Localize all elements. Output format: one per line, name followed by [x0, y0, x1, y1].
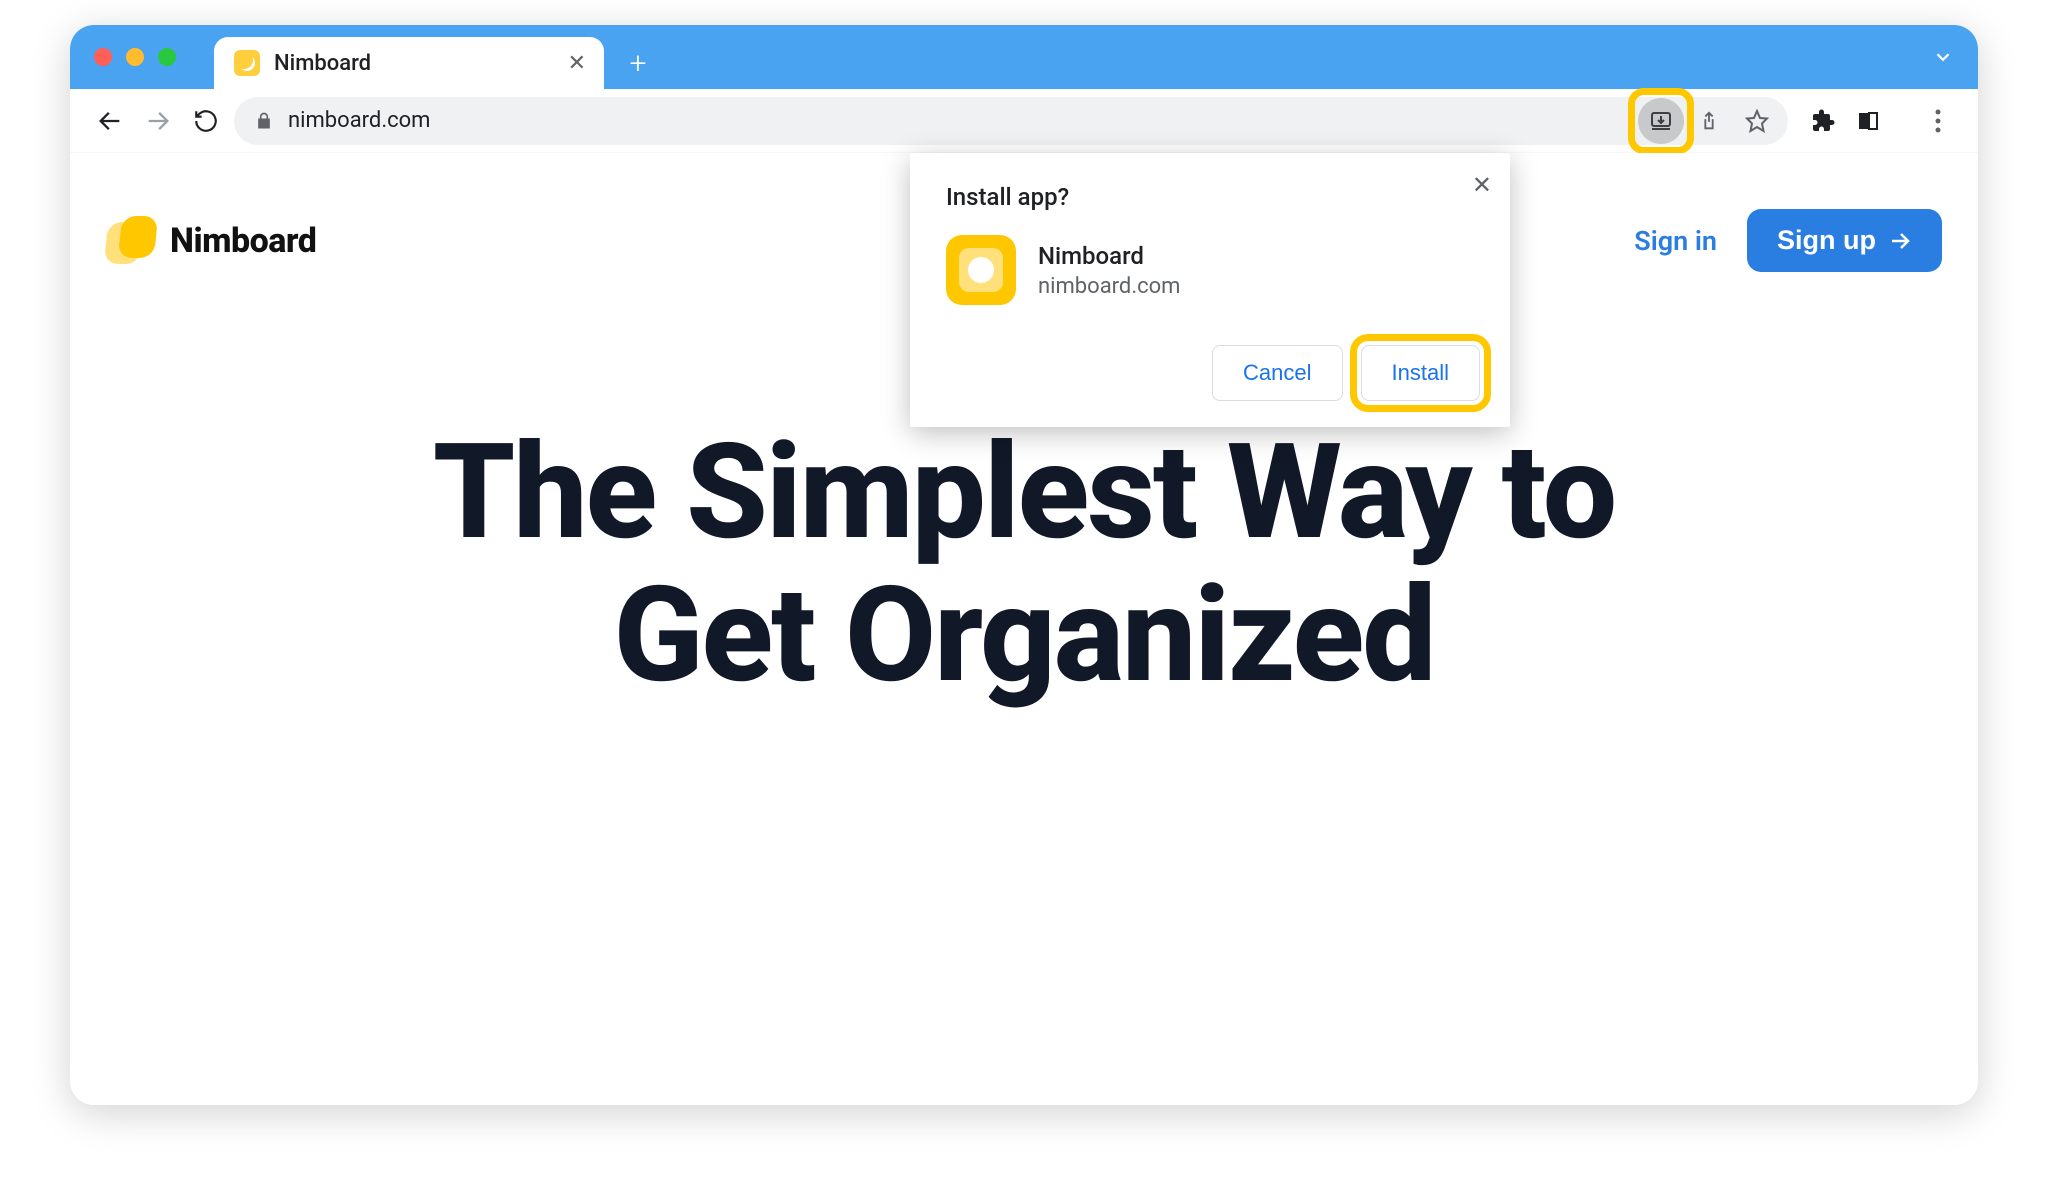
extensions-button[interactable]: [1804, 101, 1844, 141]
install-app-popup: ✕ Install app? Nimboard nimboard.com Can…: [910, 153, 1510, 427]
install-button-label: Install: [1392, 360, 1449, 385]
back-button[interactable]: [90, 101, 130, 141]
browser-toolbar: nimboard.com: [70, 89, 1978, 153]
logo-mark-icon: [106, 216, 156, 266]
address-bar-actions: [1638, 98, 1780, 144]
tab-close-icon[interactable]: ✕: [568, 51, 586, 76]
address-bar[interactable]: nimboard.com: [234, 97, 1788, 145]
tab-strip: Nimboard ✕ +: [70, 25, 1978, 89]
side-panel-button[interactable]: [1848, 101, 1888, 141]
popup-title: Install app?: [946, 183, 1480, 211]
install-app-button[interactable]: [1638, 98, 1684, 144]
browser-window: Nimboard ✕ + nimboard.com: [70, 25, 1978, 1105]
close-window-button[interactable]: [94, 48, 112, 66]
address-bar-container: nimboard.com: [234, 97, 1788, 145]
hero-text-highlight: Simplest: [686, 422, 1196, 565]
sign-in-link[interactable]: Sign in: [1634, 225, 1717, 257]
menu-button[interactable]: [1918, 101, 1958, 141]
cancel-button[interactable]: Cancel: [1212, 345, 1342, 401]
header-actions: Sign in Sign up: [1634, 209, 1942, 272]
lock-icon: [254, 111, 274, 131]
arrow-right-icon: [1888, 229, 1912, 253]
maximize-window-button[interactable]: [158, 48, 176, 66]
popup-actions: Cancel Install: [946, 345, 1480, 401]
popup-app-domain: nimboard.com: [1038, 274, 1180, 299]
tab-overflow-chevron-icon[interactable]: [1932, 46, 1954, 68]
install-button[interactable]: Install: [1361, 345, 1480, 401]
reload-button[interactable]: [186, 101, 226, 141]
popup-app-icon: [946, 235, 1016, 305]
tab-title: Nimboard: [274, 51, 371, 76]
browser-tab[interactable]: Nimboard ✕: [214, 37, 604, 89]
bookmark-button[interactable]: [1734, 98, 1780, 144]
hero-text-line2: Get Organized: [614, 559, 1435, 713]
popup-app-row: Nimboard nimboard.com: [946, 235, 1480, 305]
minimize-window-button[interactable]: [126, 48, 144, 66]
hero-text-pre: The: [433, 416, 686, 570]
hero-headline: The Simplest Way to Get Organized: [70, 422, 1978, 707]
brand-name: Nimboard: [170, 221, 316, 261]
site-logo[interactable]: Nimboard: [106, 216, 316, 266]
sign-up-button[interactable]: Sign up: [1747, 209, 1942, 272]
tab-favicon: [234, 50, 260, 76]
forward-button[interactable]: [138, 101, 178, 141]
url-text: nimboard.com: [288, 108, 430, 133]
new-tab-button[interactable]: +: [616, 41, 660, 85]
hero-text-post: Way to: [1196, 416, 1615, 570]
share-button[interactable]: [1686, 98, 1732, 144]
toolbar-right: [1804, 101, 1958, 141]
window-controls: [88, 25, 214, 89]
page-content: Nimboard Sign in Sign up The Simplest Wa…: [70, 153, 1978, 1105]
sign-up-label: Sign up: [1777, 225, 1876, 256]
popup-app-name: Nimboard: [1038, 242, 1180, 270]
popup-close-button[interactable]: ✕: [1472, 171, 1492, 199]
